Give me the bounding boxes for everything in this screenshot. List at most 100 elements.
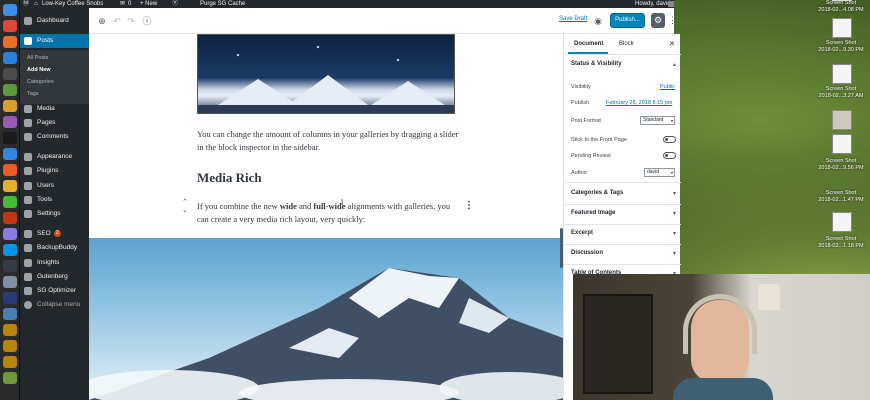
app-icon[interactable] [3,340,17,352]
sidebar-item-gutenberg[interactable]: Gutenberg [20,270,89,284]
app-icon[interactable] [3,276,17,288]
sticky-toggle[interactable] [663,136,676,143]
screenshot-file-icon[interactable] [832,110,852,130]
sidebar-item-settings[interactable]: Settings [20,207,89,221]
pending-review-toggle[interactable] [663,152,676,159]
sidebar-item-sg-optimizer[interactable]: SG Optimizer [20,284,89,298]
app-icon[interactable] [3,116,17,128]
tab-block[interactable]: Block [619,41,634,47]
sidebar-item-pages[interactable]: Pages [20,116,89,130]
purge-cache-link[interactable]: Purge SG Cache [200,0,245,8]
app-icon[interactable] [3,244,17,256]
sidebar-item-seo[interactable]: SEO 2 [20,227,89,241]
app-icon[interactable] [3,356,17,368]
add-block-icon[interactable]: ⊕ [96,15,108,27]
desktop-icon-label[interactable]: Screen Shot 2018-02...9.56 PM [812,158,870,171]
section-discussion[interactable]: Discussion [571,250,603,256]
howdy-user[interactable]: Howdy, david [635,0,671,8]
chrome-icon[interactable] [3,20,17,32]
sidebar-item-posts[interactable]: Posts [20,34,89,48]
close-icon[interactable]: ✕ [669,40,675,48]
section-featured-image[interactable]: Featured Image [571,210,615,216]
app-icon[interactable] [3,180,17,192]
site-name-link[interactable]: Low-Key Coffee Snobs [42,0,103,8]
submenu-all-posts[interactable]: All Posts [27,55,48,61]
sidebar-item-tools[interactable]: Tools [20,193,89,207]
sidebar-item-media[interactable]: Media [20,102,89,116]
desktop-icon-label[interactable]: Screen Shot 2018-02...1.47 PM [812,190,870,203]
settings-gear-icon[interactable]: ⚙ [651,13,665,28]
app-icon[interactable] [3,228,17,240]
screenshot-file-icon[interactable] [832,18,852,38]
finder-icon[interactable] [3,4,17,16]
publish-button[interactable]: Publish... [610,13,645,28]
author-select[interactable]: david ▾ [644,168,675,177]
app-icon[interactable] [3,308,17,320]
undo-icon[interactable]: ↶ [111,15,123,27]
new-content-link[interactable]: + New [140,0,157,8]
app-icon[interactable] [3,196,17,208]
desktop-icon-label[interactable]: Screen Shot 2018-02...9.30 PM [812,40,870,53]
app-icon[interactable] [3,212,17,224]
chevron-down-icon[interactable]: ▼ [672,211,677,217]
publish-date-link[interactable]: February 28, 2018 8:15 pm [606,100,672,106]
comments-icon[interactable]: ✉ [120,0,125,8]
sidebar-item-collapse[interactable]: Collapse menu [20,298,89,312]
wordpress-logo-icon[interactable]: Ⓦ [23,0,29,8]
section-excerpt[interactable]: Excerpt [571,230,593,236]
app-icon[interactable] [3,324,17,336]
section-categories-tags[interactable]: Categories & Tags [571,190,623,196]
sidebar-item-users[interactable]: Users [20,179,89,193]
wide-image-snowy-mountain[interactable] [89,238,563,400]
tab-document[interactable]: Document [574,41,603,47]
screenshot-file-icon[interactable] [832,64,852,84]
avatar[interactable] [668,1,674,7]
app-icon[interactable] [3,148,17,160]
sidebar-item-insights[interactable]: Insights [20,256,89,270]
app-icon[interactable] [3,164,17,176]
desktop-icon-label[interactable]: Screen Shot 2018-02...3.27 AM [812,86,870,99]
app-icon[interactable] [3,372,17,384]
sidebar-item-label: Settings [37,210,61,217]
chevron-up-icon[interactable]: ▲ [672,62,677,68]
visibility-value-link[interactable]: Public [660,84,675,90]
screenshot-file-icon[interactable] [832,212,852,232]
move-down-icon[interactable]: ⌄ [182,206,188,214]
post-format-select[interactable]: Standard ▾ [640,116,675,125]
screenshot-file-icon[interactable] [832,134,852,154]
app-icon[interactable] [3,52,17,64]
desktop-icon-label[interactable]: Screen Shot 2018-02...4.08 PM [812,0,870,13]
chevron-down-icon[interactable]: ▼ [672,231,677,237]
submenu-categories[interactable]: Categories [27,79,54,85]
save-draft-button[interactable]: Save Draft [559,16,587,22]
sidebar-item-comments[interactable]: Comments [20,130,89,144]
gallery-image-night-mountains[interactable] [197,34,455,114]
yoast-icon[interactable]: Ⓨ [172,0,178,8]
app-icon[interactable] [3,100,17,112]
sidebar-item-backupbuddy[interactable]: BackupBuddy [20,241,89,255]
redo-icon[interactable]: ↷ [125,15,137,27]
app-icon[interactable] [3,132,17,144]
preview-eye-icon[interactable]: ◉ [592,15,604,27]
block-more-options-icon[interactable]: ⋮ [464,200,474,211]
section-status-visibility[interactable]: Status & Visibility [571,61,622,67]
move-up-icon[interactable]: ⌃ [182,198,188,206]
chevron-down-icon[interactable]: ▼ [672,191,677,197]
desktop-icon-label[interactable]: Screen Shot 2018-02...1.18 PM [812,236,870,249]
chevron-down-icon[interactable]: ▼ [672,251,677,257]
sidebar-item-appearance[interactable]: Appearance [20,150,89,164]
submenu-add-new[interactable]: Add New [27,67,51,73]
info-icon[interactable]: ⓘ [141,15,153,27]
app-icon[interactable] [3,68,17,80]
sidebar-item-dashboard[interactable]: Dashboard [20,14,89,28]
paragraph-block-selected[interactable]: If you combine the new wide and full-wid… [197,200,459,226]
app-icon[interactable] [3,84,17,96]
sidebar-item-plugins[interactable]: Plugins [20,164,89,178]
heading-block[interactable]: Media Rich [197,170,262,186]
more-options-icon[interactable]: ⋮ [668,15,677,26]
app-icon[interactable] [3,292,17,304]
app-icon[interactable] [3,36,17,48]
submenu-tags[interactable]: Tags [27,91,39,97]
paragraph-block[interactable]: You can change the amount of columns in … [197,128,459,154]
app-icon[interactable] [3,260,17,272]
